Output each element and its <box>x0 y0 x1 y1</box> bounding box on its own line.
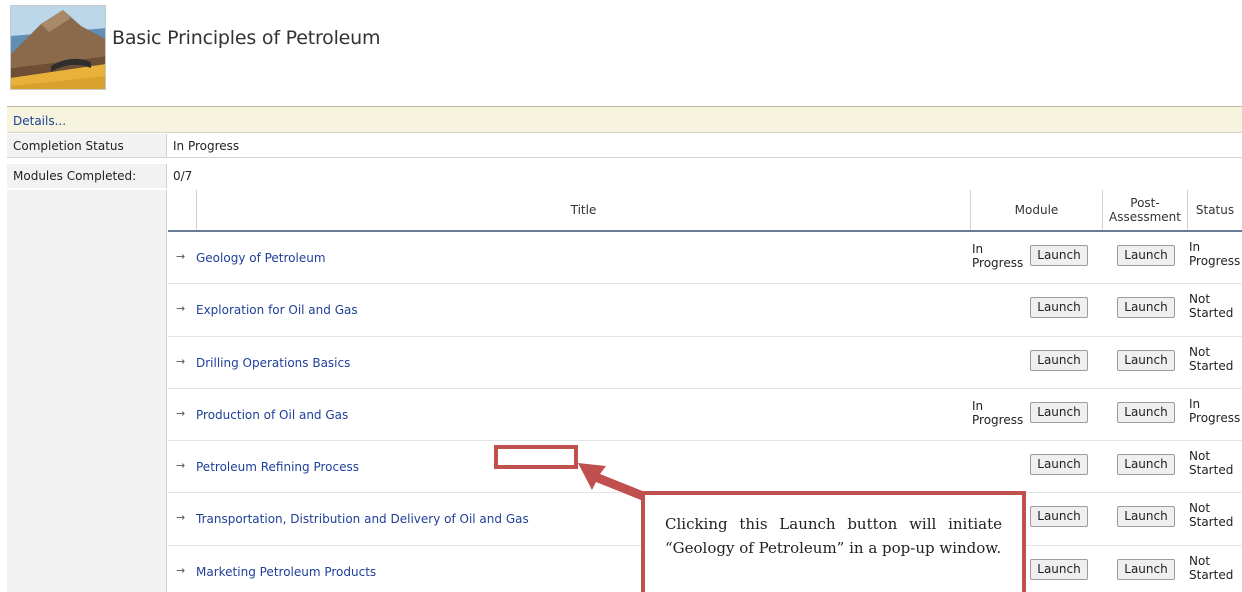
status-text: Not Started <box>1189 449 1234 478</box>
table-row: → Geology of Petroleum In Progress Launc… <box>168 232 1242 285</box>
callout-highlight-box <box>494 445 578 469</box>
status-text: In Progress <box>1189 240 1241 268</box>
post-assessment-launch-button[interactable]: Launch <box>1117 349 1175 371</box>
status-text: Not Started <box>1189 292 1234 321</box>
module-progress-text: In Progress <box>972 242 1024 270</box>
table-row: → Exploration for Oil and Gas Launch Lau… <box>168 284 1242 337</box>
post-assessment-launch-button[interactable]: Launch <box>1117 245 1175 266</box>
module-launch-button[interactable]: Launch <box>1030 558 1088 580</box>
post-assessment-launch-button[interactable]: Launch <box>1117 401 1175 423</box>
module-title-link[interactable]: Drilling Operations Basics <box>196 356 350 370</box>
details-link[interactable]: Details... <box>13 114 66 128</box>
module-launch-button[interactable]: Launch <box>1030 297 1088 319</box>
arrow-right-icon: → <box>176 302 186 316</box>
module-launch-button[interactable]: Launch <box>1030 401 1088 423</box>
header-module: Module <box>970 190 1102 230</box>
header-post-assessment: Post- Assessment <box>1102 190 1187 230</box>
arrow-right-icon: → <box>176 563 186 577</box>
status-text: Not Started <box>1189 501 1234 530</box>
completion-status-label: Completion Status <box>7 134 167 157</box>
module-title-link[interactable]: Geology of Petroleum <box>196 251 326 265</box>
arrow-right-icon: → <box>176 250 186 263</box>
module-title-link[interactable]: Petroleum Refining Process <box>196 460 359 474</box>
table-row: → Drilling Operations Basics Launch Laun… <box>168 337 1242 389</box>
completion-status-value: In Progress <box>173 139 240 153</box>
modules-completed-label: Modules Completed: <box>7 164 167 188</box>
course-logo-icon <box>10 5 106 90</box>
status-text: Not Started <box>1189 553 1234 582</box>
module-title-link[interactable]: Exploration for Oil and Gas <box>196 303 358 317</box>
post-assessment-launch-button[interactable]: Launch <box>1117 454 1175 476</box>
module-title-link[interactable]: Production of Oil and Gas <box>196 408 348 422</box>
status-text: In Progress <box>1189 396 1241 425</box>
module-launch-button[interactable]: Launch <box>1030 454 1088 476</box>
module-launch-button[interactable]: Launch <box>1030 349 1088 371</box>
header-spacer <box>168 190 196 230</box>
arrow-right-icon: → <box>176 406 186 420</box>
completion-status-row: Completion Status In Progress <box>7 134 1242 158</box>
header-status: Status <box>1187 190 1242 230</box>
module-title-link[interactable]: Marketing Petroleum Products <box>196 565 376 579</box>
details-bar: Details... <box>7 106 1242 133</box>
status-text: Not Started <box>1189 344 1234 373</box>
modules-completed-row: Modules Completed: 0/7 <box>7 164 1242 188</box>
module-progress-text: In Progress <box>972 398 1024 427</box>
callout-box: Clicking this Launch button will initiat… <box>641 491 1026 592</box>
post-assessment-launch-button[interactable]: Launch <box>1117 297 1175 319</box>
arrow-right-icon: → <box>176 354 186 368</box>
table-header: Title Module Post- Assessment Status <box>168 190 1242 232</box>
module-launch-button[interactable]: Launch <box>1030 245 1088 266</box>
header-title: Title <box>196 190 970 230</box>
course-title: Basic Principles of Petroleum <box>112 27 381 49</box>
arrow-right-icon: → <box>176 459 186 473</box>
module-launch-button[interactable]: Launch <box>1030 506 1088 528</box>
table-row: → Production of Oil and Gas In Progress … <box>168 389 1242 442</box>
module-title-link[interactable]: Transportation, Distribution and Deliver… <box>196 512 529 526</box>
modules-completed-value: 0/7 <box>173 169 193 183</box>
post-assessment-launch-button[interactable]: Launch <box>1117 558 1175 580</box>
table-row: → Petroleum Refining Process Launch Laun… <box>168 441 1242 494</box>
post-assessment-launch-button[interactable]: Launch <box>1117 506 1175 528</box>
arrow-right-icon: → <box>176 511 186 525</box>
left-label-column <box>7 190 167 592</box>
callout-text: Clicking this Launch button will initiat… <box>665 515 1002 557</box>
